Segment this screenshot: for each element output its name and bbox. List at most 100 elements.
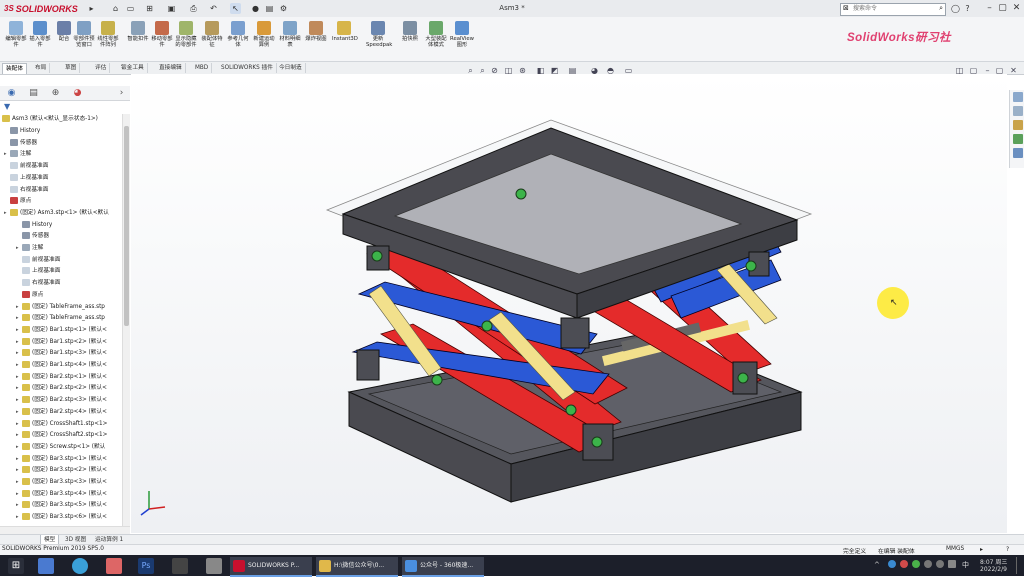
- tree-node[interactable]: ▸ (固定) Bar3.stp<6> (默认<: [16, 512, 107, 523]
- taskbar-window[interactable]: H:\微信公众号\0...: [316, 557, 398, 577]
- bolt-head[interactable]: [745, 260, 757, 272]
- tree-node[interactable]: ▸ (固定) Bar3.stp<5> (默认<: [16, 500, 107, 511]
- ribbon-button[interactable]: 智能扣件: [126, 20, 150, 60]
- tree-node[interactable]: 前视基准面: [16, 255, 60, 266]
- view-palette-icon[interactable]: [1013, 134, 1023, 144]
- tray-arrow-icon[interactable]: ^: [874, 561, 880, 569]
- ribbon-button[interactable]: 线性零部件阵列: [96, 20, 120, 60]
- view-orientation-icon[interactable]: ◧: [536, 66, 545, 75]
- viewport-close-icon[interactable]: ✕: [1009, 66, 1018, 75]
- app-icon-5[interactable]: [172, 558, 188, 574]
- view-settings-icon[interactable]: ▭: [624, 66, 633, 75]
- ribbon-button[interactable]: 插入零部件: [28, 20, 52, 60]
- search-icon[interactable]: ⌕: [939, 4, 943, 13]
- bracket[interactable]: [560, 317, 590, 349]
- ribbon-button[interactable]: 显示隐藏的零部件: [174, 20, 198, 60]
- tree-node[interactable]: ▸ (固定) TableFrame_ass.stp: [16, 313, 105, 324]
- display-manager-tab-icon[interactable]: ◕: [70, 88, 85, 99]
- graphics-area[interactable]: [131, 74, 1007, 533]
- configuration-manager-tab-icon[interactable]: ⊕: [48, 88, 63, 99]
- status-icon[interactable]: ▸: [980, 546, 983, 553]
- maximize-icon[interactable]: ▢: [996, 2, 1009, 14]
- clock-date[interactable]: 2022/2/9: [980, 566, 1007, 573]
- tree-node[interactable]: History: [4, 126, 40, 137]
- command-tab[interactable]: 直接编辑: [156, 63, 186, 73]
- app-icon-1[interactable]: [38, 558, 54, 574]
- tree-node[interactable]: 原点: [4, 196, 31, 207]
- app-icon-6[interactable]: [206, 558, 222, 574]
- tree-scroll-thumb[interactable]: [124, 126, 129, 326]
- command-tab[interactable]: MBD: [192, 63, 213, 73]
- tree-node[interactable]: ▸ (固定) Bar3.stp<1> (默认<: [16, 454, 107, 465]
- tree-node[interactable]: ▸ 注解: [16, 243, 43, 254]
- bolt-head[interactable]: [371, 250, 383, 262]
- tree-node[interactable]: ▸ 注解: [4, 149, 31, 160]
- assembly-model[interactable]: [131, 74, 1007, 533]
- tree-node[interactable]: 前视基准面: [4, 161, 48, 172]
- clock-time[interactable]: 8:07 周三: [980, 557, 1007, 566]
- ribbon-button[interactable]: 拍快照: [398, 20, 422, 60]
- tree-scrollbar[interactable]: [122, 114, 130, 526]
- minimize-icon[interactable]: –: [983, 2, 996, 14]
- zoom-area-icon[interactable]: ⌕: [478, 66, 487, 75]
- tray-icon-3[interactable]: [912, 560, 920, 568]
- ribbon-button[interactable]: 爆炸视图: [304, 20, 328, 60]
- tree-node[interactable]: 上视基准面: [16, 266, 60, 277]
- ribbon-button[interactable]: RealView图形: [450, 20, 474, 60]
- resources-icon[interactable]: [1013, 92, 1023, 102]
- tree-node[interactable]: 传感器: [4, 138, 37, 149]
- user-icon[interactable]: ◯: [950, 3, 961, 14]
- tree-node[interactable]: 传感器: [16, 231, 49, 242]
- tree-node[interactable]: ▸ (固定) Bar1.stp<4> (默认<: [16, 360, 107, 371]
- tree-node[interactable]: ▸ (固定) Bar3.stp<4> (默认<: [16, 489, 107, 500]
- tree-node[interactable]: 右视基准面: [4, 185, 48, 196]
- tray-icon-1[interactable]: [888, 560, 896, 568]
- search-box[interactable]: ⊠ ⌕: [840, 3, 946, 16]
- dynamic-annotation-icon[interactable]: ⊛: [518, 66, 527, 75]
- feature-tree-tab-icon[interactable]: ◉: [4, 88, 19, 99]
- command-tab[interactable]: 装配体: [2, 63, 28, 74]
- show-desktop-button[interactable]: [1016, 557, 1023, 574]
- command-tab[interactable]: 今日制造: [276, 63, 306, 73]
- ribbon-button[interactable]: 材料明细表: [278, 20, 302, 60]
- help-status-icon[interactable]: ?: [1006, 546, 1009, 553]
- tree-root[interactable]: Asm3 (默认<默认_显示状态-1>): [2, 114, 98, 125]
- ribbon-button[interactable]: Instant3D: [332, 20, 358, 60]
- tree-node[interactable]: ▸ (固定) Bar3.stp<3> (默认<: [16, 477, 107, 488]
- viewport-minimize-icon[interactable]: –: [983, 66, 992, 75]
- ribbon-button[interactable]: 移动零部件: [150, 20, 174, 60]
- bolt-head[interactable]: [515, 188, 527, 200]
- close-icon[interactable]: ✕: [1010, 2, 1023, 14]
- ribbon-button[interactable]: 编辑零部件: [4, 20, 28, 60]
- ribbon-button[interactable]: 新建运动算例: [252, 20, 276, 60]
- network-icon[interactable]: [936, 560, 944, 568]
- tree-node[interactable]: ▸ (固定) Bar2.stp<1> (默认<: [16, 372, 107, 383]
- command-tab[interactable]: 布局: [32, 63, 51, 73]
- tree-node[interactable]: 右视基准面: [16, 278, 60, 289]
- ime-indicator[interactable]: 中: [962, 560, 969, 570]
- bolt-head[interactable]: [565, 404, 577, 416]
- command-tab[interactable]: 钣金工具: [118, 63, 148, 73]
- bracket[interactable]: [356, 349, 380, 381]
- tree-node[interactable]: ▸ (固定) CrossShaft1.stp<1>: [16, 419, 107, 430]
- design-library-icon[interactable]: [1013, 106, 1023, 116]
- command-tab[interactable]: 草图: [62, 63, 81, 73]
- command-tab[interactable]: SOLIDWORKS 插件: [218, 63, 277, 73]
- zoom-fit-icon[interactable]: ⌕: [466, 66, 475, 75]
- ribbon-button[interactable]: 装配体特征: [200, 20, 224, 60]
- bolt-head[interactable]: [431, 374, 443, 386]
- tree-node[interactable]: ▸ (固定) TableFrame_ass.stp: [16, 302, 105, 313]
- help-icon[interactable]: ?: [962, 3, 973, 14]
- command-tab[interactable]: 评估: [92, 63, 111, 73]
- tree-node[interactable]: ▸ (固定) Screw.stp<1> (默认: [16, 442, 105, 453]
- tree-node[interactable]: ▸ (固定) Bar1.stp<3> (默认<: [16, 348, 107, 359]
- taskbar-window[interactable]: 公众号 - 360极速...: [402, 557, 484, 577]
- restore-icon[interactable]: ▢: [969, 66, 978, 75]
- unit-system[interactable]: MMGS: [946, 546, 964, 552]
- ribbon-button[interactable]: 零部件预览窗口: [72, 20, 96, 60]
- tree-node[interactable]: ▸ (固定) Bar3.stp<2> (默认<: [16, 465, 107, 476]
- photoshop-icon[interactable]: Ps: [138, 558, 154, 574]
- property-manager-tab-icon[interactable]: ▤: [26, 88, 41, 99]
- filter-icon[interactable]: ▼: [4, 102, 10, 111]
- file-explorer-icon[interactable]: [1013, 120, 1023, 130]
